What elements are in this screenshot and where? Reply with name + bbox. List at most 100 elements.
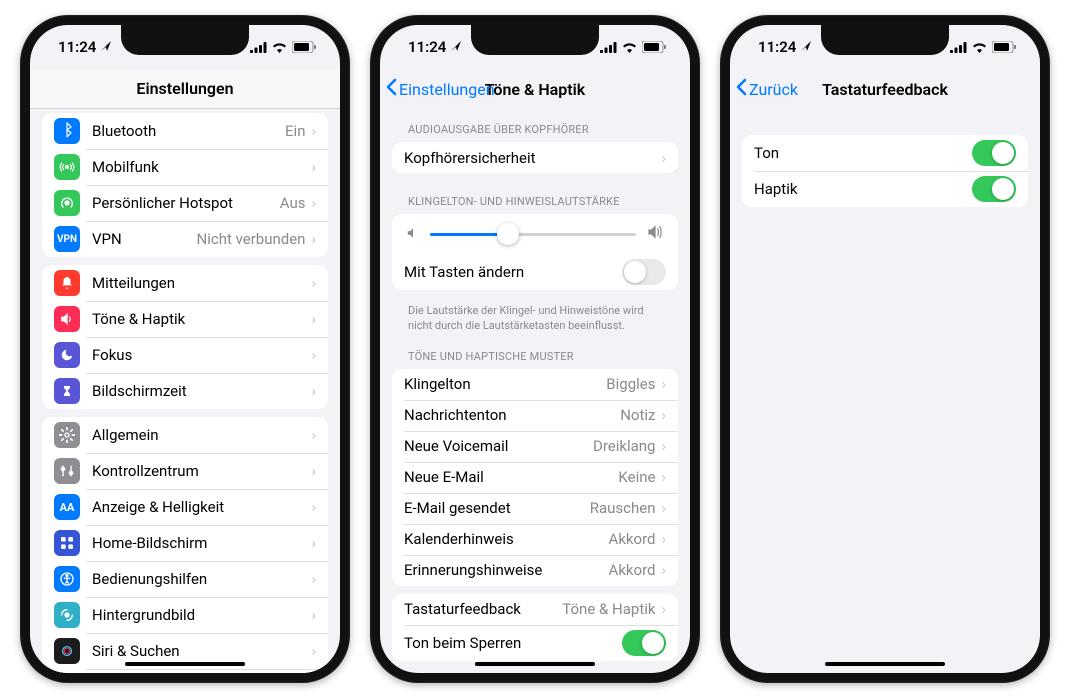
back-button[interactable]: Einstellungen	[386, 69, 495, 109]
chevron-left-icon	[386, 78, 397, 100]
home-indicator[interactable]	[125, 662, 245, 666]
settings-row[interactable]: Ton beim Sperren	[392, 625, 678, 661]
settings-row[interactable]: Face ID & Code›	[42, 669, 328, 673]
settings-row[interactable]: Neue E-MailKeine›	[392, 462, 678, 493]
settings-row[interactable]: Home-Bildschirm›	[42, 525, 328, 561]
nav-bar: Einstellungen	[30, 69, 340, 109]
row-detail: Nicht verbunden	[197, 230, 306, 248]
settings-row[interactable]: Bedienungshilfen›	[42, 561, 328, 597]
home-indicator[interactable]	[475, 662, 595, 666]
signal-icon	[600, 42, 617, 53]
group-header: SCHALTER FÜR KLINGELMODUS/STUMMMODUS	[380, 669, 690, 673]
settings-row[interactable]: Haptik	[742, 171, 1028, 207]
location-icon	[100, 38, 112, 56]
settings-row[interactable]: Persönlicher HotspotAus›	[42, 185, 328, 221]
settings-row[interactable]: KlingeltonBiggles›	[392, 369, 678, 400]
chevron-right-icon: ›	[311, 194, 316, 212]
settings-row[interactable]: Allgemein›	[42, 417, 328, 453]
settings-row[interactable]: Neue VoicemailDreiklang›	[392, 431, 678, 462]
chevron-right-icon: ›	[661, 561, 666, 579]
row-change-with-buttons[interactable]: Mit Tasten ändern	[392, 254, 678, 290]
bluetooth-icon	[54, 118, 80, 144]
row-headphone-safety[interactable]: Kopfhörersicherheit ›	[392, 142, 678, 173]
wifi-icon	[622, 42, 637, 53]
toggle-switch[interactable]	[622, 630, 666, 656]
nav-bar: Zurück Tastaturfeedback	[730, 69, 1040, 109]
status-time: 11:24	[408, 38, 446, 56]
wallpaper-icon	[54, 602, 80, 628]
chevron-right-icon: ›	[311, 382, 316, 400]
siri-icon	[54, 638, 80, 664]
toggle-switch[interactable]	[972, 140, 1016, 166]
settings-row[interactable]: E-Mail gesendetRauschen ›	[392, 493, 678, 524]
settings-row[interactable]: AA Anzeige & Helligkeit›	[42, 489, 328, 525]
back-button[interactable]: Zurück	[736, 69, 798, 109]
row-label: Ton beim Sperren	[404, 634, 622, 652]
battery-icon	[642, 41, 666, 53]
row-label: Allgemein	[92, 426, 311, 444]
settings-row[interactable]: Kontrollzentrum›	[42, 453, 328, 489]
settings-row[interactable]: NachrichtentonNotiz›	[392, 400, 678, 431]
vpn-icon: VPN	[54, 226, 80, 252]
settings-group-connectivity: BluetoothEin›Mobilfunk›Persönlicher Hots…	[42, 113, 328, 257]
volume-slider[interactable]	[430, 233, 636, 236]
row-label: Haptik	[754, 180, 972, 198]
volume-low-icon	[406, 225, 420, 244]
display-icon: AA	[54, 494, 80, 520]
chevron-right-icon: ›	[661, 468, 666, 486]
settings-row[interactable]: BluetoothEin›	[42, 113, 328, 149]
location-icon	[450, 38, 462, 56]
row-detail: Biggles	[606, 375, 655, 393]
chevron-right-icon: ›	[311, 570, 316, 588]
settings-row[interactable]: Mobilfunk›	[42, 149, 328, 185]
chevron-right-icon: ›	[661, 530, 666, 548]
row-label: Hintergrundbild	[92, 606, 311, 624]
row-label: Bedienungshilfen	[92, 570, 311, 588]
chevron-right-icon: ›	[311, 346, 316, 364]
row-label: Töne & Haptik	[92, 310, 311, 328]
toggle-switch[interactable]	[622, 259, 666, 285]
row-label: Kontrollzentrum	[92, 462, 311, 480]
sound-icon	[54, 306, 80, 332]
back-label: Einstellungen	[399, 80, 495, 99]
back-label: Zurück	[749, 80, 798, 99]
settings-row[interactable]: Mitteilungen›	[42, 265, 328, 301]
row-label: Mitteilungen	[92, 274, 311, 292]
row-label: Home-Bildschirm	[92, 534, 311, 552]
group-header: KLINGELTON- UND HINWEISLAUTSTÄRKE	[380, 181, 690, 214]
settings-row[interactable]: Ton	[742, 135, 1028, 171]
chevron-right-icon: ›	[311, 498, 316, 516]
bell-icon	[54, 270, 80, 296]
wifi-icon	[272, 42, 287, 53]
settings-row[interactable]: Hintergrundbild›	[42, 597, 328, 633]
settings-row[interactable]: VPNVPNNicht verbunden›	[42, 221, 328, 257]
chevron-left-icon	[736, 78, 747, 100]
group-header: TÖNE UND HAPTISCHE MUSTER	[380, 336, 690, 369]
row-detail: Keine	[618, 468, 655, 486]
row-label: Anzeige & Helligkeit	[92, 498, 311, 516]
hourglass-icon	[54, 378, 80, 404]
chevron-right-icon: ›	[661, 499, 666, 517]
settings-group-general: Allgemein›Kontrollzentrum›AAAnzeige & He…	[42, 417, 328, 673]
status-time: 11:24	[58, 38, 96, 56]
settings-row[interactable]: TastaturfeedbackTöne & Haptik›	[392, 594, 678, 625]
toggle-switch[interactable]	[972, 176, 1016, 202]
settings-row[interactable]: Bildschirmzeit›	[42, 373, 328, 409]
settings-row[interactable]: Fokus›	[42, 337, 328, 373]
row-label: E-Mail gesendet	[404, 499, 590, 517]
home-indicator[interactable]	[825, 662, 945, 666]
row-detail: Aus	[280, 194, 306, 212]
chevron-right-icon: ›	[311, 122, 316, 140]
row-label: Fokus	[92, 346, 311, 364]
chevron-right-icon: ›	[661, 375, 666, 393]
moon-icon	[54, 342, 80, 368]
mobile-icon	[54, 154, 80, 180]
row-label: Erinnerungshinweise	[404, 561, 609, 579]
chevron-right-icon: ›	[661, 437, 666, 455]
settings-row[interactable]: ErinnerungshinweiseAkkord›	[392, 555, 678, 586]
row-detail: Rauschen	[590, 499, 656, 517]
page-title: Tastaturfeedback	[822, 80, 948, 99]
row-detail: Töne & Haptik	[562, 600, 655, 618]
settings-row[interactable]: KalenderhinweisAkkord›	[392, 524, 678, 555]
settings-row[interactable]: Töne & Haptik›	[42, 301, 328, 337]
